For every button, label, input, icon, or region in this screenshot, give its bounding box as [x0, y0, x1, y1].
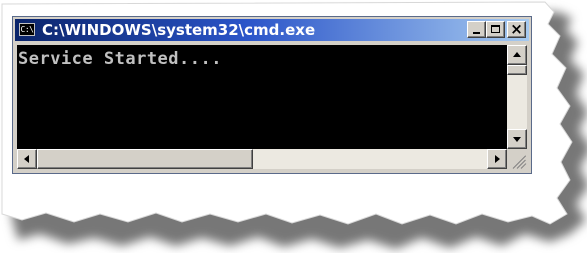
scroll-down-button[interactable]	[507, 129, 527, 149]
console-output-line: Service Started....	[18, 49, 222, 69]
horizontal-scroll-thumb[interactable]	[37, 149, 253, 169]
close-icon: ×	[510, 20, 523, 38]
vertical-scrollbar[interactable]	[507, 45, 527, 149]
scroll-right-button[interactable]	[487, 149, 507, 169]
scroll-up-button[interactable]	[507, 45, 527, 65]
horizontal-scrollbar[interactable]	[17, 149, 507, 169]
resize-grip-icon[interactable]	[507, 149, 527, 169]
arrow-left-icon	[24, 155, 29, 163]
maximize-button[interactable]	[486, 21, 505, 38]
arrow-right-icon	[495, 155, 500, 163]
close-button[interactable]: ×	[507, 20, 526, 38]
console-output-area[interactable]: Service Started....	[17, 45, 507, 149]
console-app-icon[interactable]: C:\	[19, 23, 35, 36]
arrow-up-icon	[513, 52, 521, 57]
title-bar[interactable]: C:\ C:\WINDOWS\system32\cmd.exe ×	[15, 19, 529, 41]
window-title: C:\WINDOWS\system32\cmd.exe	[42, 21, 316, 39]
arrow-down-icon	[513, 137, 521, 142]
minimize-button[interactable]	[467, 21, 486, 38]
vertical-scroll-thumb[interactable]	[507, 65, 527, 75]
scroll-left-button[interactable]	[17, 149, 37, 169]
console-window[interactable]: C:\ C:\WINDOWS\system32\cmd.exe × Servic…	[12, 16, 532, 174]
